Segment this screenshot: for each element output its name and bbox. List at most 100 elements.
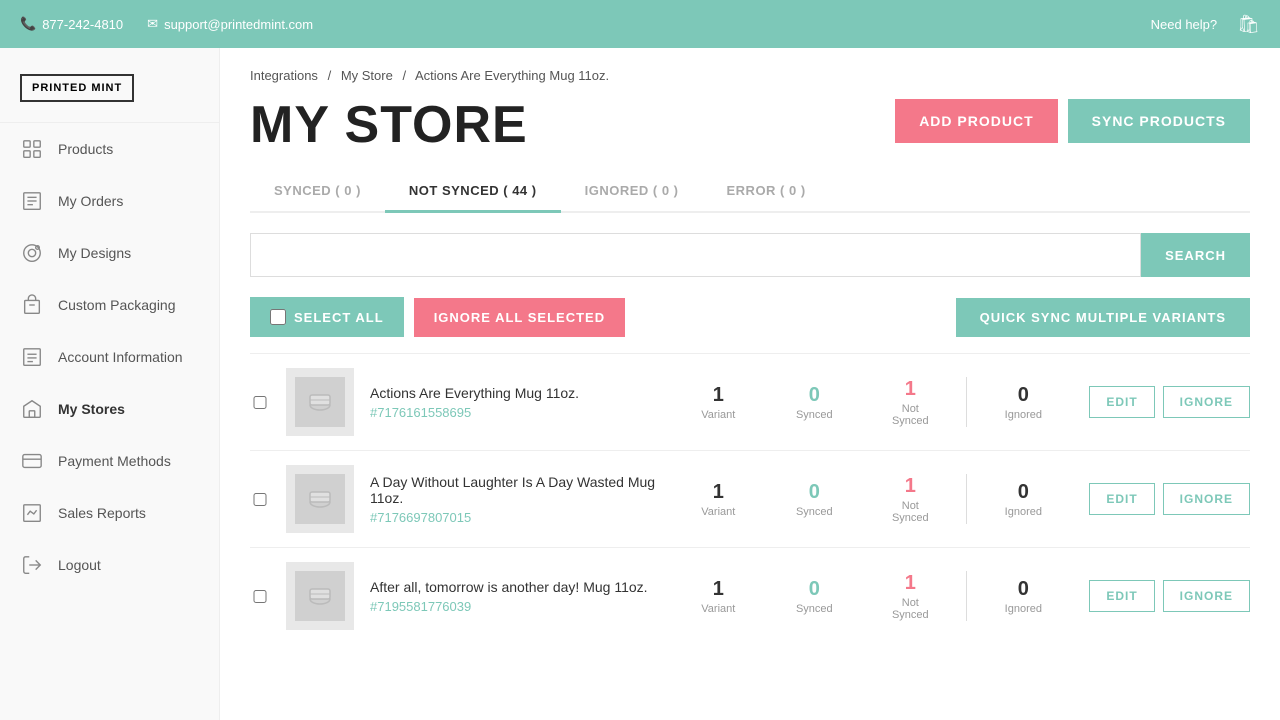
row-actions-3: EDIT IGNORE <box>1089 580 1250 612</box>
product-info-3: After all, tomorrow is another day! Mug … <box>370 579 662 614</box>
search-row: SEARCH <box>250 233 1250 277</box>
edit-button-3[interactable]: EDIT <box>1089 580 1154 612</box>
sidebar-item-my-stores[interactable]: My Stores <box>0 383 219 435</box>
row-checkbox-1[interactable] <box>250 396 270 409</box>
tabs: SYNCED ( 0 ) NOT SYNCED ( 44 ) IGNORED (… <box>250 171 1250 213</box>
sidebar-item-my-designs[interactable]: My Designs <box>0 227 219 279</box>
products-icon <box>20 137 44 161</box>
main-layout: PRINTED MINT Products My Orders My Desig… <box>0 48 1280 720</box>
sync-products-button[interactable]: SYNC PRODUCTS <box>1068 99 1250 143</box>
orders-label: My Orders <box>58 193 123 209</box>
cart-icon[interactable]: 🛍 <box>1237 14 1260 35</box>
divider-2 <box>966 474 967 524</box>
stores-label: My Stores <box>58 401 125 417</box>
divider-3 <box>966 571 967 621</box>
add-product-button[interactable]: ADD PRODUCT <box>895 99 1057 143</box>
edit-button-1[interactable]: EDIT <box>1089 386 1154 418</box>
payment-label: Payment Methods <box>58 453 171 469</box>
ignore-button-3[interactable]: IGNORE <box>1163 580 1250 612</box>
synced-label-1: Synced <box>774 409 854 421</box>
tab-error[interactable]: ERROR ( 0 ) <box>703 171 830 213</box>
select-all-label: SELECT ALL <box>294 310 384 325</box>
tab-synced[interactable]: SYNCED ( 0 ) <box>250 171 385 213</box>
row-checkbox-2[interactable] <box>250 493 270 506</box>
tab-ignored[interactable]: IGNORED ( 0 ) <box>561 171 703 213</box>
synced-label-2: Synced <box>774 506 854 518</box>
breadcrumb-product: Actions Are Everything Mug 11oz. <box>415 68 609 83</box>
tab-not-synced[interactable]: NOT SYNCED ( 44 ) <box>385 171 561 213</box>
email-item: ✉ support@printedmint.com <box>147 16 313 32</box>
ignored-col-2: 0 Ignored <box>983 481 1063 518</box>
sidebar: PRINTED MINT Products My Orders My Desig… <box>0 48 220 720</box>
select-all-button[interactable]: SELECT ALL <box>250 297 404 337</box>
table-row: A Day Without Laughter Is A Day Wasted M… <box>250 450 1250 547</box>
sidebar-item-logout[interactable]: Logout <box>0 539 219 591</box>
sidebar-item-products[interactable]: Products <box>0 123 219 175</box>
row-actions-2: EDIT IGNORE <box>1089 483 1250 515</box>
help-link[interactable]: Need help? <box>1151 17 1218 32</box>
variants-col-3: 1 Variant <box>678 578 758 615</box>
product-info-2: A Day Without Laughter Is A Day Wasted M… <box>370 474 662 525</box>
not-synced-label-1: NotSynced <box>870 403 950 427</box>
not-synced-count-3: 1 <box>870 572 950 595</box>
variants-label: Variant <box>678 409 758 421</box>
synced-col-3: 0 Synced <box>774 578 854 615</box>
not-synced-col-1: 1 NotSynced <box>870 378 950 427</box>
not-synced-count-2: 1 <box>870 475 950 498</box>
ignore-button-1[interactable]: IGNORE <box>1163 386 1250 418</box>
product-list: Actions Are Everything Mug 11oz. #717616… <box>250 353 1250 644</box>
phone-number: 877-242-4810 <box>42 17 123 32</box>
breadcrumb-integrations[interactable]: Integrations <box>250 68 318 83</box>
packaging-label: Custom Packaging <box>58 297 176 313</box>
row-actions-1: EDIT IGNORE <box>1089 386 1250 418</box>
ignore-all-button[interactable]: IGNORE ALL SELECTED <box>414 298 625 337</box>
brand: PRINTED MINT <box>0 58 219 123</box>
synced-col-2: 0 Synced <box>774 481 854 518</box>
product-sku-1[interactable]: #7176161558695 <box>370 405 662 420</box>
search-button[interactable]: SEARCH <box>1141 233 1250 277</box>
sidebar-item-account-information[interactable]: Account Information <box>0 331 219 383</box>
variants-count-1: 1 <box>678 384 758 407</box>
sidebar-item-my-orders[interactable]: My Orders <box>0 175 219 227</box>
edit-button-2[interactable]: EDIT <box>1089 483 1154 515</box>
product-sku-3[interactable]: #7195581776039 <box>370 599 662 614</box>
product-name-1: Actions Are Everything Mug 11oz. <box>370 385 662 401</box>
topbar: 📞 877-242-4810 ✉ support@printedmint.com… <box>0 0 1280 48</box>
product-sku-2[interactable]: #7176697807015 <box>370 510 662 525</box>
topbar-right: Need help? 🛍 <box>1151 14 1260 35</box>
search-input[interactable] <box>250 233 1141 277</box>
variants-count-2: 1 <box>678 481 758 504</box>
quick-sync-button[interactable]: QUICK SYNC MULTIPLE VARIANTS <box>956 298 1250 337</box>
ignored-label-1: Ignored <box>983 409 1063 421</box>
table-row: Actions Are Everything Mug 11oz. #717616… <box>250 353 1250 450</box>
email-address: support@printedmint.com <box>164 17 313 32</box>
ignore-button-2[interactable]: IGNORE <box>1163 483 1250 515</box>
phone-item: 📞 877-242-4810 <box>20 16 123 32</box>
ignored-col-1: 0 Ignored <box>983 384 1063 421</box>
table-row: After all, tomorrow is another day! Mug … <box>250 547 1250 644</box>
ignored-count-3: 0 <box>983 578 1063 601</box>
variants-label-3: Variant <box>678 603 758 615</box>
not-synced-label-3: NotSynced <box>870 597 950 621</box>
sidebar-item-sales-reports[interactable]: Sales Reports <box>0 487 219 539</box>
variants-col-2: 1 Variant <box>678 481 758 518</box>
content-area: Integrations / My Store / Actions Are Ev… <box>220 48 1280 720</box>
sidebar-item-payment-methods[interactable]: Payment Methods <box>0 435 219 487</box>
reports-label: Sales Reports <box>58 505 146 521</box>
breadcrumb-my-store[interactable]: My Store <box>341 68 393 83</box>
packaging-icon <box>20 293 44 317</box>
sidebar-item-custom-packaging[interactable]: Custom Packaging <box>0 279 219 331</box>
stores-icon <box>20 397 44 421</box>
variants-label-2: Variant <box>678 506 758 518</box>
variants-col-1: 1 Variant <box>678 384 758 421</box>
not-synced-label-2: NotSynced <box>870 500 950 524</box>
logout-icon <box>20 553 44 577</box>
topbar-contact: 📞 877-242-4810 ✉ support@printedmint.com <box>20 16 313 32</box>
page-header: MY STORE ADD PRODUCT SYNC PRODUCTS <box>250 99 1250 151</box>
product-info-1: Actions Are Everything Mug 11oz. #717616… <box>370 385 662 420</box>
ignored-label-3: Ignored <box>983 603 1063 615</box>
select-all-checkbox[interactable] <box>270 309 286 325</box>
ignored-count-1: 0 <box>983 384 1063 407</box>
row-checkbox-3[interactable] <box>250 590 270 603</box>
not-synced-count-1: 1 <box>870 378 950 401</box>
